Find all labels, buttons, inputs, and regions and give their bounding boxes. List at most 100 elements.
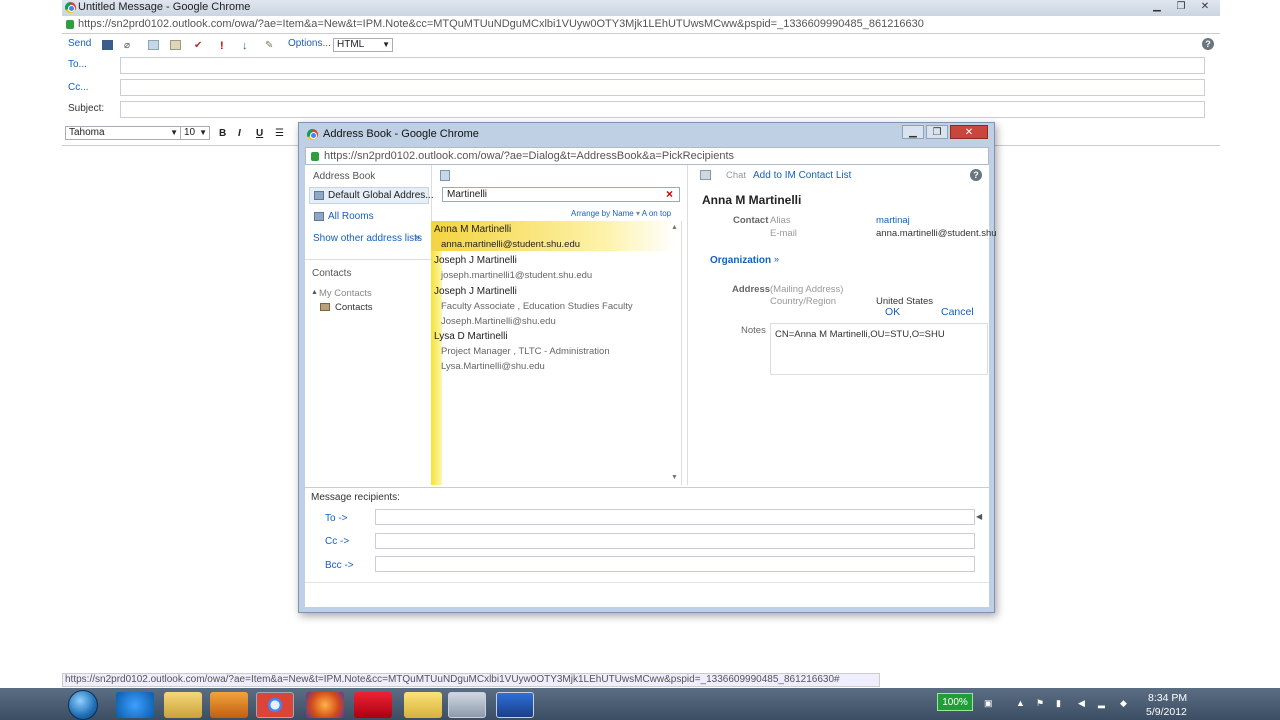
cc-field[interactable] xyxy=(120,79,1205,96)
send-button[interactable]: Send xyxy=(68,38,91,49)
close-icon[interactable]: ✕ xyxy=(1194,0,1216,14)
close-icon[interactable]: ✕ xyxy=(950,125,988,139)
bcc-recipient-field[interactable] xyxy=(375,556,975,572)
check-names-icon[interactable]: ✔ xyxy=(194,40,205,51)
maximize-icon[interactable]: ❐ xyxy=(1170,0,1192,14)
power-icon[interactable]: ▮ xyxy=(1056,698,1066,708)
chat-button[interactable]: Chat xyxy=(726,170,746,181)
result-name-2[interactable]: Joseph J Martinelli xyxy=(434,255,517,266)
nav-item-all-rooms[interactable]: All Rooms xyxy=(328,211,374,222)
main-address-bar[interactable]: https://sn2prd0102.outlook.com/owa/?ae=I… xyxy=(62,16,1220,34)
scroll-up-icon[interactable]: ▲ xyxy=(671,224,678,231)
volume-icon[interactable]: ◀ xyxy=(1078,698,1088,708)
attach-icon[interactable]: ⌀ xyxy=(124,40,135,51)
result-title-3[interactable]: Faculty Associate , Education Studies Fa… xyxy=(441,301,633,312)
chrome-taskbar-icon[interactable] xyxy=(256,692,294,718)
media-player-icon[interactable] xyxy=(210,692,248,718)
network-signal-icon[interactable]: ▂ xyxy=(1098,698,1108,708)
chevron-down-icon: ▼ xyxy=(382,40,390,49)
maximize-icon[interactable]: ❐ xyxy=(926,125,948,139)
result-name-3[interactable]: Joseph J Martinelli xyxy=(434,286,517,297)
help-icon[interactable]: ? xyxy=(970,169,982,181)
clear-search-icon[interactable]: × xyxy=(666,187,673,201)
action-center-flag-icon[interactable]: ⚑ xyxy=(1036,698,1046,708)
signature-icon[interactable]: ✎ xyxy=(265,40,276,51)
address-card-icon[interactable] xyxy=(440,170,450,181)
minimize-icon[interactable]: ▁ xyxy=(902,125,924,139)
result-name-4[interactable]: Lysa D Martinelli xyxy=(434,331,508,342)
contact-detail-pane: Chat Add to IM Contact List ? Anna M Mar… xyxy=(687,165,997,485)
minimize-icon[interactable]: ▁ xyxy=(1146,0,1168,14)
expand-icon[interactable]: » xyxy=(415,232,420,242)
expand-organization-icon[interactable]: » xyxy=(774,254,779,264)
address-book-icon[interactable] xyxy=(170,40,181,50)
show-hidden-icons-icon[interactable]: ▲ xyxy=(1016,698,1026,708)
bullets-icon[interactable]: ☰ xyxy=(275,128,284,139)
result-email-1[interactable]: anna.martinelli@student.shu.edu xyxy=(441,239,580,250)
contacts-folder-icon xyxy=(320,303,330,311)
dialog-address-bar[interactable]: https://sn2prd0102.outlook.com/owa/?ae=D… xyxy=(305,147,989,165)
internet-explorer-icon[interactable] xyxy=(116,692,154,718)
cc-button[interactable]: Cc... xyxy=(68,82,89,93)
compose-toolbar: Send ⌀ ✔ ! ↓ ✎ Options... HTML ▼ ? xyxy=(62,36,1220,54)
nav-item-contacts[interactable]: Contacts xyxy=(335,302,373,313)
tray-device-icon[interactable]: ▣ xyxy=(984,698,994,708)
to-recipient-button[interactable]: To -> xyxy=(325,513,348,524)
main-url[interactable]: https://sn2prd0102.outlook.com/owa/?ae=I… xyxy=(78,18,924,30)
underline-button[interactable]: U xyxy=(256,128,263,139)
options-button[interactable]: Options... xyxy=(288,38,331,49)
result-email-3[interactable]: Joseph.Martinelli@shu.edu xyxy=(441,316,556,327)
pdf-reader-icon[interactable] xyxy=(354,692,392,718)
dialog-title: Address Book - Google Chrome xyxy=(323,128,479,140)
nav-item-my-contacts[interactable]: My Contacts xyxy=(319,288,372,299)
to-field[interactable] xyxy=(120,57,1205,74)
high-importance-icon[interactable]: ! xyxy=(220,40,231,52)
network-icon[interactable]: ◆ xyxy=(1120,698,1130,708)
collapse-icon[interactable]: ▲ xyxy=(311,289,318,296)
sticky-notes-icon[interactable] xyxy=(404,692,442,718)
format-select[interactable]: HTML ▼ xyxy=(333,38,393,52)
low-importance-icon[interactable]: ↓ xyxy=(242,40,253,52)
result-email-4[interactable]: Lysa.Martinelli@shu.edu xyxy=(441,361,545,372)
clock-time[interactable]: 8:34 PM xyxy=(1148,692,1187,704)
bcc-recipient-button[interactable]: Bcc -> xyxy=(325,560,354,571)
collapse-arrow-icon[interactable]: ◀ xyxy=(976,512,982,521)
sort-order-label[interactable]: A on top xyxy=(642,209,671,218)
cc-recipient-field[interactable] xyxy=(375,533,975,549)
start-button[interactable] xyxy=(68,690,98,720)
font-select[interactable]: Tahoma ▼ xyxy=(65,126,181,140)
arrange-by-control[interactable]: Arrange by Name ▾ A on top xyxy=(571,209,671,218)
battery-indicator[interactable]: 100% xyxy=(937,693,973,711)
show-other-lists-link[interactable]: Show other address lists xyxy=(313,233,422,244)
organization-toggle[interactable]: Organization xyxy=(710,255,771,266)
italic-button[interactable]: I xyxy=(238,128,241,139)
result-name-1[interactable]: Anna M Martinelli xyxy=(434,224,511,235)
clock-date[interactable]: 5/9/2012 xyxy=(1146,706,1187,718)
to-button[interactable]: To... xyxy=(68,59,87,70)
screen-recorder-icon[interactable] xyxy=(496,692,534,718)
file-explorer-icon[interactable] xyxy=(164,692,202,718)
address-book-nav: Address Book Default Global Addres... Al… xyxy=(305,165,434,485)
ok-button[interactable]: OK xyxy=(885,306,900,318)
dialog-url[interactable]: https://sn2prd0102.outlook.com/owa/?ae=D… xyxy=(324,150,734,162)
firefox-icon[interactable] xyxy=(306,692,344,718)
email-value[interactable]: anna.martinelli@student.shu xyxy=(876,228,997,239)
cancel-button[interactable]: Cancel xyxy=(941,306,974,318)
font-size-select[interactable]: 10 ▼ xyxy=(180,126,210,140)
control-panel-icon[interactable] xyxy=(448,692,486,718)
result-title-4[interactable]: Project Manager , TLTC - Administration xyxy=(441,346,610,357)
scroll-down-icon[interactable]: ▼ xyxy=(671,474,678,481)
save-icon[interactable] xyxy=(102,40,113,50)
add-im-contact-link[interactable]: Add to IM Contact List xyxy=(753,170,851,181)
alias-value[interactable]: martinaj xyxy=(876,215,910,226)
nav-item-global-list[interactable]: Default Global Addres... xyxy=(309,187,434,204)
insert-image-icon[interactable] xyxy=(148,40,159,50)
to-recipient-field[interactable] xyxy=(375,509,975,525)
arrange-by-label[interactable]: Arrange by Name xyxy=(571,209,634,218)
bold-button[interactable]: B xyxy=(219,128,226,139)
search-input[interactable]: Martinelli × xyxy=(442,187,680,202)
result-email-2[interactable]: joseph.martinelli1@student.shu.edu xyxy=(441,270,592,281)
help-icon[interactable]: ? xyxy=(1202,38,1214,50)
subject-field[interactable] xyxy=(120,101,1205,118)
cc-recipient-button[interactable]: Cc -> xyxy=(325,536,349,547)
